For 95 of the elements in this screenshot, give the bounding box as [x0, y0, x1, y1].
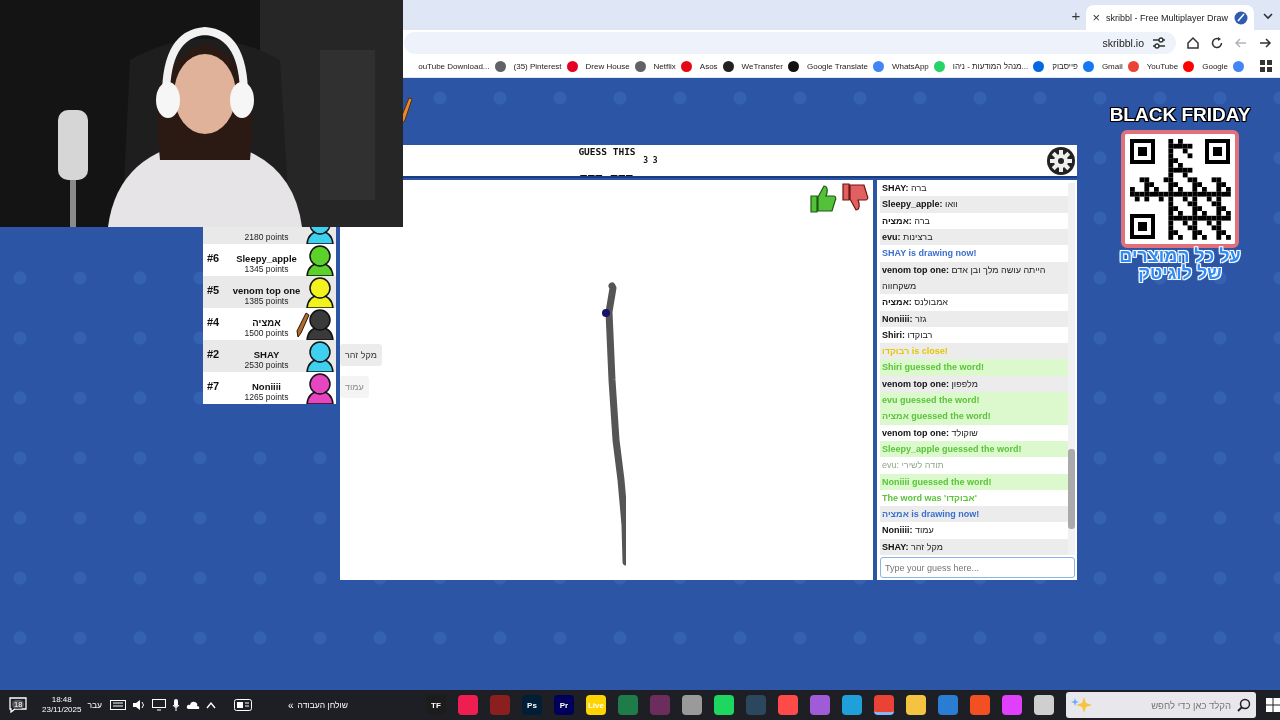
search-icon[interactable]: [1237, 698, 1251, 712]
app-icon[interactable]: [458, 695, 478, 715]
chat-message: רבוקדו is close!: [880, 343, 1068, 360]
speaker-icon[interactable]: [132, 699, 147, 711]
promo-title: BLACK FRIDAY: [1109, 104, 1251, 126]
app-icon[interactable]: [938, 695, 958, 715]
monitor-icon[interactable]: [152, 699, 167, 711]
player-name: venom top one: [232, 286, 301, 296]
app-icon[interactable]: [778, 695, 798, 715]
player-rank: #5: [207, 284, 220, 296]
reload-icon[interactable]: [1210, 35, 1224, 50]
player-rank: #6: [207, 252, 220, 264]
speech-bubble: מקל זהר: [340, 344, 382, 366]
player-name: Sleepy_apple: [236, 254, 297, 264]
thumbs-down-icon[interactable]: [841, 183, 869, 213]
bookmark[interactable]: Netflix: [653, 60, 692, 72]
address-bar[interactable]: skribbl.io: [404, 31, 1176, 54]
word-hint: ___ ___: [580, 165, 634, 174]
app-icon[interactable]: [970, 695, 990, 715]
microphone-icon[interactable]: [172, 699, 181, 711]
close-tab-button[interactable]: ×: [1092, 10, 1100, 25]
player-points: 1345 points: [244, 264, 289, 274]
chat-bubble-icon: [9, 697, 27, 713]
bookmark[interactable]: YouTube: [1146, 60, 1195, 72]
player-name: אמציה: [252, 318, 281, 328]
chevron-up-icon[interactable]: [206, 701, 217, 709]
player-rank: #2: [207, 348, 220, 360]
app-icon[interactable]: [842, 695, 862, 715]
app-icon[interactable]: [906, 695, 926, 715]
player-points: 2180 points: [244, 232, 289, 242]
favicon-icon: [1234, 10, 1248, 25]
player-points: 2530 points: [244, 360, 289, 370]
bookmark[interactable]: Gmail: [1101, 60, 1139, 72]
clock-date: 23/11/2025: [42, 705, 82, 715]
thumbs-up-icon[interactable]: [809, 183, 837, 213]
keyboard-icon[interactable]: [110, 700, 127, 710]
drawing-canvas[interactable]: [340, 180, 873, 580]
apps-grid-icon[interactable]: [1260, 60, 1272, 72]
app-icon[interactable]: [714, 695, 734, 715]
player-rank: #4: [207, 316, 220, 328]
app-icon[interactable]: [1002, 695, 1022, 715]
site-settings-icon[interactable]: [1152, 36, 1166, 49]
promo-caption: של לוגיטק: [1138, 265, 1222, 282]
cloud-icon[interactable]: [186, 700, 201, 710]
app-icon[interactable]: [618, 695, 638, 715]
new-tab-button[interactable]: +: [1065, 7, 1087, 24]
bookmark[interactable]: ouTube Download...: [418, 60, 506, 72]
browser-tab[interactable]: × skribbl - Free Multiplayer Draw: [1086, 5, 1254, 30]
player-name: Noniiii: [252, 382, 281, 392]
desktop-toolbar-label[interactable]: שולחן העבודה: [297, 700, 348, 710]
bookmark[interactable]: Asos: [699, 60, 734, 72]
home-icon[interactable]: [1186, 35, 1200, 50]
tab-title: skribbl - Free Multiplayer Draw: [1105, 12, 1228, 23]
app-icon[interactable]: [810, 695, 830, 715]
player-name: SHAY: [253, 350, 280, 360]
clock-time: 18:48: [51, 695, 72, 705]
player-points: 1265 points: [244, 392, 289, 402]
bookmark[interactable]: Google Translate: [806, 60, 884, 72]
bookmark[interactable]: Google: [1202, 60, 1244, 72]
bookmark[interactable]: WeTransfer: [741, 60, 799, 72]
desktop-chevron[interactable]: «: [288, 699, 294, 711]
app-icon[interactable]: [682, 695, 702, 715]
right-arrow-icon[interactable]: [1258, 35, 1272, 50]
chat-message: evu guessed the word!: [880, 392, 1068, 409]
app-icon[interactable]: Ps: [522, 695, 542, 715]
bookmark[interactable]: (35) Pinterest: [513, 60, 578, 72]
settings-icon[interactable]: [1047, 147, 1075, 175]
hint-title: GUESS THIS: [578, 147, 636, 157]
player-points: 1385 points: [244, 296, 289, 306]
chat-message: אמציה guessed the word!: [880, 408, 1068, 425]
chat-message: Shiri guessed the word!: [880, 359, 1068, 376]
speech-bubble: עמוד: [340, 376, 369, 398]
bookmark[interactable]: Drew House: [585, 60, 646, 72]
bookmark[interactable]: מנהל המודעות - ניהו...: [952, 60, 1045, 72]
player-rank: #7: [207, 380, 220, 392]
taskbar-search[interactable]: הקלד כאן כדי לחפש: [1066, 692, 1256, 718]
player-points: 1500 points: [244, 328, 289, 338]
chevron-down-icon[interactable]: [1262, 10, 1274, 22]
bookmark[interactable]: פייסבוק: [1052, 60, 1094, 72]
chat-message: אמציה is drawing now!: [880, 506, 1068, 523]
app-icon[interactable]: Pr: [554, 695, 574, 715]
windows-start-icon[interactable]: [1266, 698, 1280, 712]
scrollbar-thumb[interactable]: [1068, 449, 1075, 529]
guess-input[interactable]: Type your guess here...: [880, 557, 1075, 578]
widgets-icon[interactable]: [234, 699, 253, 711]
promo-caption: על כל המוצרים: [1119, 248, 1241, 265]
address-url: skribbl.io: [1102, 36, 1144, 49]
language-indicator[interactable]: עבר: [87, 700, 103, 710]
letter-counts: 3 3: [643, 157, 658, 165]
bookmark[interactable]: WhatsApp: [891, 60, 945, 72]
scrollbar[interactable]: [1068, 183, 1075, 555]
search-input[interactable]: הקלד כאן כדי לחפש: [1101, 698, 1233, 712]
app-icon[interactable]: [1034, 695, 1054, 715]
app-icon[interactable]: [874, 695, 894, 715]
app-icon[interactable]: TF: [426, 695, 446, 715]
